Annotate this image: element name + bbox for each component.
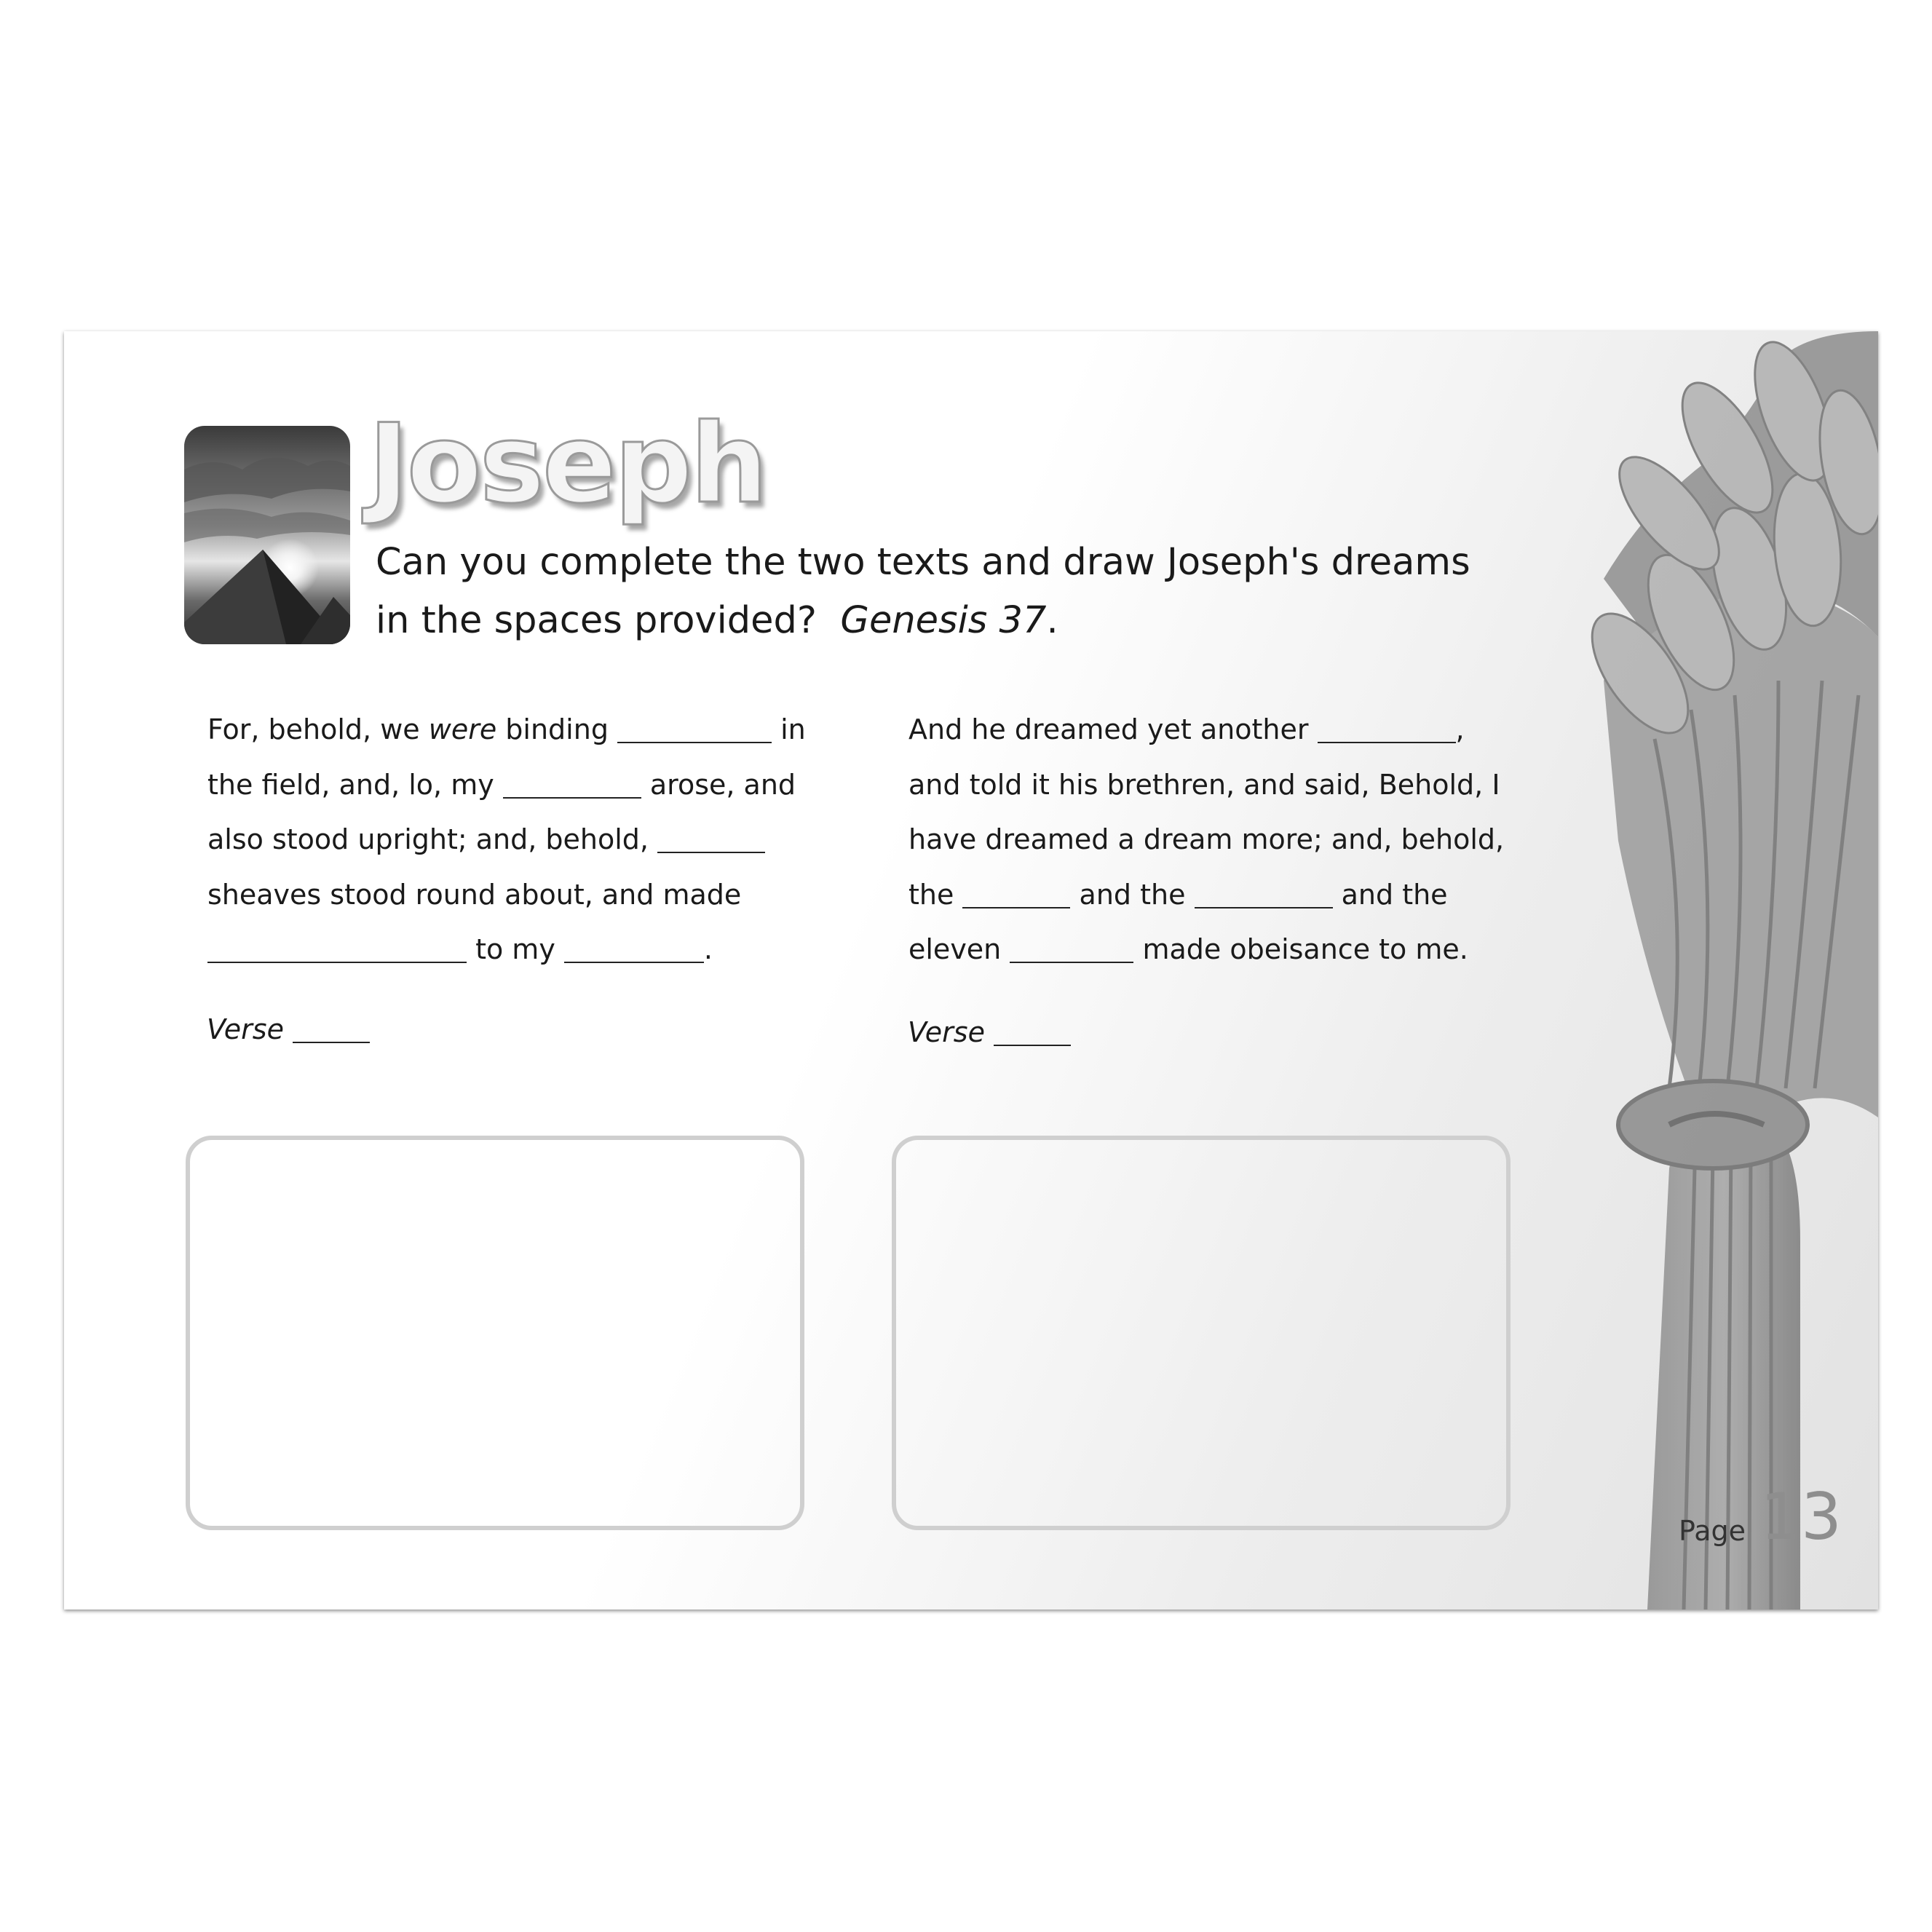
fill-in-blank[interactable] (207, 959, 467, 963)
instructions-line2: in the spaces provided? (376, 599, 817, 642)
text-fragment: and the (1332, 878, 1448, 911)
left-passage-line: For, behold, we were binding in (207, 702, 834, 758)
text-fragment: And he dreamed yet another (908, 713, 1318, 745)
right-passage-line: eleven made obeisance to me. (908, 922, 1535, 978)
fill-in-blank[interactable] (563, 959, 704, 963)
text-fragment: in (772, 713, 806, 745)
right-passage: And he dreamed yet another , and told it… (908, 702, 1535, 978)
text-fragment: , (1455, 713, 1465, 745)
text-fragment: arose, and (641, 768, 796, 801)
right-passage-line: and told it his brethren, and said, Beho… (908, 768, 1500, 801)
text-fragment: made obeisance to me. (1133, 933, 1468, 965)
text-fragment: the field, and, lo, my (207, 768, 503, 801)
left-passage: For, behold, we were binding in the fiel… (207, 702, 834, 978)
page-number: 13 (1760, 1479, 1842, 1554)
right-passage-line: have dreamed a dream more; and, behold, (908, 823, 1505, 855)
verse-label: Verse (908, 1016, 985, 1048)
page-title: Joseph (367, 401, 769, 528)
wheat-sheaf-icon (1591, 331, 1878, 1610)
text-fragment: binding (496, 713, 618, 745)
fill-in-blank[interactable] (657, 849, 766, 853)
text-fragment: also stood upright; and, behold, (207, 823, 658, 855)
worksheet-page: Joseph Can you complete the two texts an… (64, 331, 1878, 1610)
fill-in-blank[interactable] (1194, 904, 1333, 908)
page-label: Page (1679, 1515, 1746, 1547)
left-verse: Verse (207, 1013, 371, 1045)
verse-blank[interactable] (994, 1042, 1072, 1046)
text-fragment: For, behold, we (207, 713, 429, 745)
right-passage-line: And he dreamed yet another , (908, 702, 1535, 758)
text-fragment: and the (1070, 878, 1195, 911)
scripture-reference: Genesis 37 (840, 599, 1047, 642)
reference-period: . (1046, 599, 1058, 642)
right-verse: Verse (908, 1016, 1072, 1048)
text-fragment: . (703, 933, 713, 965)
left-passage-line: sheaves stood round about, and made (207, 878, 742, 911)
instructions: Can you complete the two texts and draw … (376, 534, 1613, 650)
right-passage-line: the and the and the (908, 868, 1535, 923)
fill-in-blank[interactable] (617, 739, 772, 743)
text-fragment: the (908, 878, 963, 911)
fill-in-blank[interactable] (962, 904, 1071, 908)
text-fragment: eleven (908, 933, 1010, 965)
dream-drawing-box-1[interactable] (186, 1136, 804, 1530)
verse-label: Verse (207, 1013, 284, 1045)
dream-drawing-box-2[interactable] (892, 1136, 1511, 1530)
italic-word: were (428, 713, 497, 745)
left-passage-line: also stood upright; and, behold, (207, 812, 834, 868)
left-passage-line: the field, and, lo, my arose, and (207, 758, 834, 813)
fill-in-blank[interactable] (502, 794, 641, 799)
text-fragment: to my (467, 933, 564, 965)
instructions-line1: Can you complete the two texts and draw … (376, 541, 1470, 584)
left-passage-line: to my . (207, 922, 834, 978)
verse-blank[interactable] (293, 1039, 371, 1043)
fill-in-blank[interactable] (1010, 959, 1134, 963)
fill-in-blank[interactable] (1317, 739, 1456, 743)
pyramid-sunset-icon (184, 426, 350, 644)
